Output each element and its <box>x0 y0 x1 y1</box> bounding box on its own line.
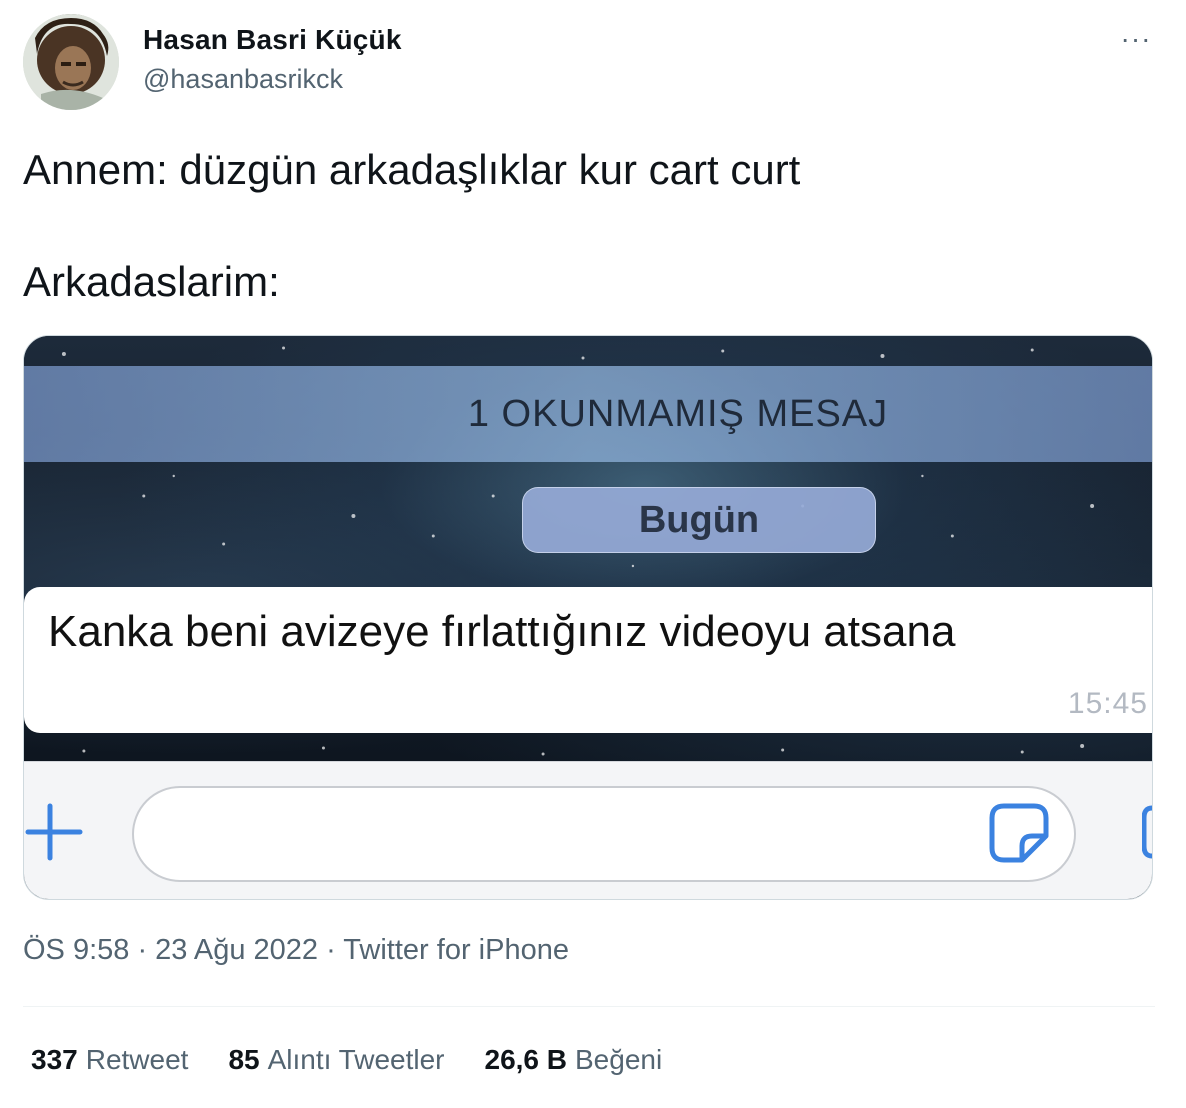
message-timestamp: 15:45 <box>1067 687 1148 720</box>
likes-stat[interactable]: 26,6 B Beğeni <box>485 1044 663 1076</box>
likes-label: Beğeni <box>575 1044 663 1075</box>
tweet-stats: 337 Retweet 85 Alıntı Tweetler 26,6 B Beğen… <box>31 1044 702 1076</box>
plus-icon[interactable] <box>24 802 84 862</box>
quotes-label: Alıntı Tweetler <box>267 1044 445 1075</box>
message-bubble[interactable]: Kanka beni avizeye fırlattığınız videoyu… <box>24 587 1152 733</box>
quotes-stat[interactable]: 85 Alıntı Tweetler <box>228 1044 444 1076</box>
tweet-timestamp-source[interactable]: ÖS 9:58 · 23 Ağu 2022 · Twitter for iPho… <box>23 934 569 967</box>
retweets-label: Retweet <box>85 1044 189 1075</box>
more-dots-icon[interactable]: ··· <box>1116 24 1156 54</box>
chat-input-bar <box>24 761 1152 899</box>
author-avatar[interactable] <box>23 14 119 110</box>
camera-icon[interactable] <box>1141 802 1152 862</box>
likes-count: 26,6 B <box>484 1044 568 1075</box>
unread-messages-banner: 1 OKUNMAMIŞ MESAJ <box>24 366 1152 462</box>
sticker-icon[interactable] <box>986 800 1052 866</box>
date-pill: Bugün <box>522 487 876 553</box>
author-handle[interactable]: @hasanbasrikck <box>143 64 343 95</box>
retweets-count: 337 <box>31 1044 78 1075</box>
profile-photo-icon <box>23 14 119 110</box>
quotes-count: 85 <box>228 1044 260 1075</box>
divider <box>23 1006 1155 1007</box>
retweets-stat[interactable]: 337 Retweet <box>31 1044 188 1076</box>
message-text: Kanka beni avizeye fırlattığınız videoyu… <box>48 607 956 656</box>
tweet-text: Annem: düzgün arkadaşlıklar kur cart cur… <box>23 146 801 305</box>
unread-banner-text: 1 OKUNMAMIŞ MESAJ <box>467 392 889 435</box>
message-input-field[interactable] <box>132 786 1076 882</box>
author-display-name[interactable]: Hasan Basri Küçük <box>143 24 402 56</box>
tweet-media-image[interactable]: 1 OKUNMAMIŞ MESAJ Bugün Kanka beni avize… <box>23 335 1153 900</box>
